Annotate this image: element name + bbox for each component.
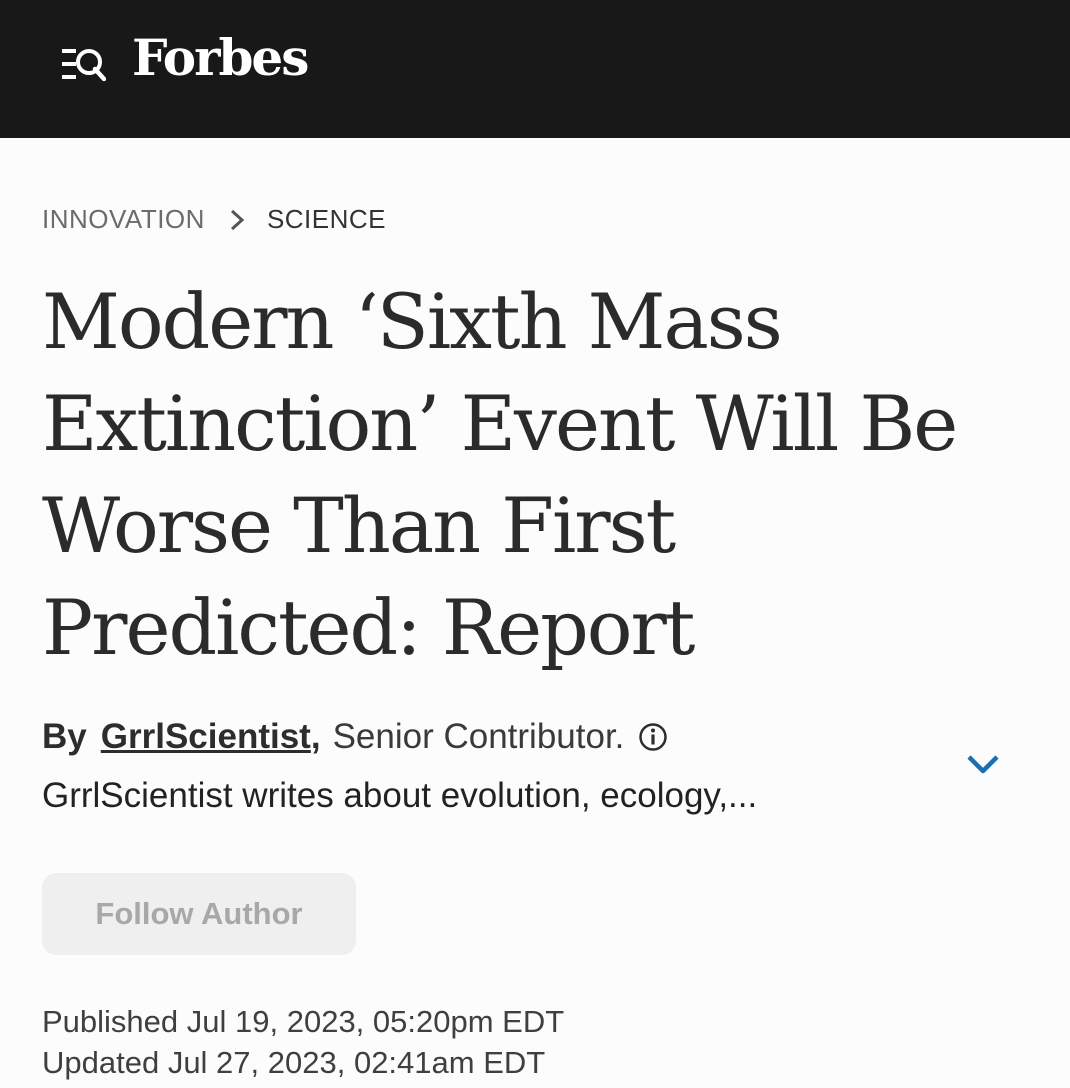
breadcrumb: INNOVATION SCIENCE xyxy=(42,204,1028,235)
updated-date: Updated Jul 27, 2023, 02:41am EDT xyxy=(42,1045,546,1080)
author-link[interactable]: GrrlScientist xyxy=(101,717,311,756)
published-date: Published Jul 19, 2023, 05:20pm EDT xyxy=(42,1004,565,1039)
byline-comma: , xyxy=(310,717,321,756)
chevron-right-icon xyxy=(229,208,245,232)
article-title: Modern ‘Sixth Mass Extinction’ Event Wil… xyxy=(42,277,958,672)
breadcrumb-science[interactable]: SCIENCE xyxy=(267,204,386,235)
forbes-logo[interactable]: Forbes xyxy=(132,28,309,87)
article-dates: Published Jul 19, 2023, 05:20pm EDT Upda… xyxy=(42,1001,1028,1083)
breadcrumb-innovation[interactable]: INNOVATION xyxy=(42,204,205,235)
by-label: By xyxy=(42,717,87,756)
author-bio: GrrlScientist writes about evolution, ec… xyxy=(42,776,758,815)
author-role: Senior Contributor. xyxy=(332,717,625,756)
article-header: INNOVATION SCIENCE Modern ‘Sixth Mass Ex… xyxy=(0,204,1070,1083)
author-byline: By GrrlScientist, Senior Contributor. Grrl… xyxy=(42,709,1028,823)
chevron-down-icon[interactable] xyxy=(966,737,1000,792)
follow-author-button[interactable]: Follow Author xyxy=(42,873,356,955)
menu-search-icon[interactable] xyxy=(62,46,107,82)
top-bar: Forbes xyxy=(0,0,1070,138)
info-icon[interactable] xyxy=(638,713,668,768)
